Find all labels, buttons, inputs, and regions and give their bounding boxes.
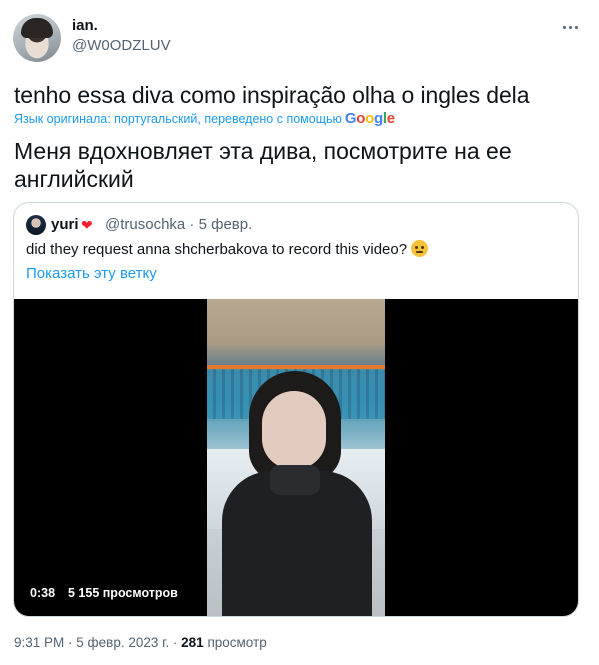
tweet-time[interactable]: 9:31 PM (14, 635, 64, 650)
views-label: просмотр (207, 635, 267, 650)
raised-eyebrow-emoji-icon (411, 240, 429, 257)
video-view-count: 5 155 просмотров (68, 586, 178, 600)
more-options-icon[interactable] (557, 14, 583, 40)
views-count: 281 (181, 635, 204, 650)
avatar[interactable] (13, 14, 61, 62)
quoted-handle-date: @trusochka · 5 февр. (105, 216, 253, 233)
author-display-name[interactable]: ian. (72, 17, 98, 35)
heart-emoji-icon: ❤ (81, 217, 93, 233)
quoted-tweet[interactable]: yuri ❤ @trusochka · 5 февр. did they req… (13, 202, 579, 617)
quoted-text-line: did they request anna shcherbakova to re… (26, 240, 429, 260)
tweet-date[interactable]: 5 февр. 2023 г. (76, 635, 169, 650)
translation-note: Язык оригинала: португальский, переведен… (14, 112, 342, 126)
video-player[interactable]: 0:38 5 155 просмотров (14, 299, 578, 616)
video-duration: 0:38 (30, 586, 56, 600)
tweet-footer: 9:31 PM · 5 февр. 2023 г. · 281 просмотр (14, 635, 267, 650)
tweet-original-text: tenho essa diva como inspiração olha o i… (14, 82, 530, 108)
google-logo: Google (344, 110, 395, 127)
tweet: ian. @W0ODZLUV tenho essa diva como insp… (0, 0, 599, 665)
translation-attribution[interactable]: Язык оригинала: португальский, переведен… (14, 111, 395, 127)
tweet-translated-text: Меня вдохновляет эта дива, посмотрите на… (14, 138, 512, 192)
quoted-avatar[interactable] (26, 215, 46, 235)
author-handle[interactable]: @W0ODZLUV (72, 37, 171, 55)
video-thumbnail (207, 299, 385, 616)
quoted-text: did they request anna shcherbakova to re… (26, 241, 408, 258)
show-thread-link[interactable]: Показать эту ветку (26, 264, 157, 284)
quoted-display-name[interactable]: yuri (51, 215, 79, 235)
